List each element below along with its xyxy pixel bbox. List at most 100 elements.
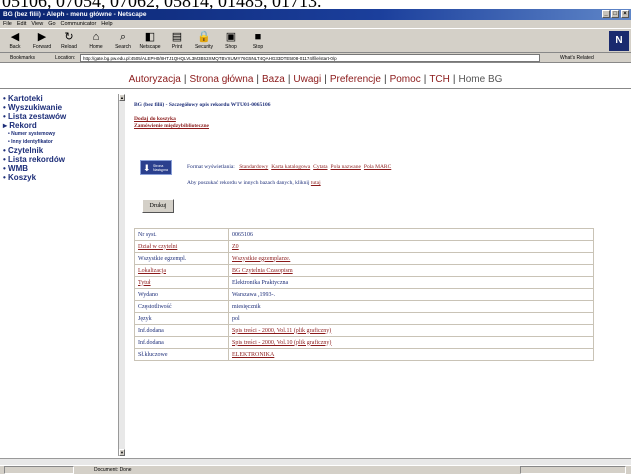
field-label-link[interactable]: Dział w czytelni: [138, 244, 177, 250]
close-button[interactable]: ×: [621, 10, 629, 18]
sidebar-item-lista-rekordów[interactable]: • Lista rekordów: [0, 155, 118, 164]
field-label[interactable]: Lokalizacja: [134, 264, 229, 277]
table-row: Częstotliwość miesięcznik: [134, 300, 594, 313]
field-label-link[interactable]: Lokalizacja: [138, 268, 166, 274]
topnav-3[interactable]: Uwagi: [293, 74, 321, 85]
menu-item-view[interactable]: View: [31, 21, 43, 27]
scroll-down-arrow[interactable]: ▼: [119, 449, 125, 456]
field-label[interactable]: Dział w czytelni: [134, 240, 229, 253]
topnav-2[interactable]: Baza: [262, 74, 285, 85]
whats-related-button[interactable]: What's Related: [560, 53, 594, 63]
sidebar-subitem-numer-systemowy[interactable]: • Numer systemowy: [0, 130, 118, 138]
topnav-separator: |: [324, 74, 327, 85]
sidebar-item-kartoteki[interactable]: • Kartoteki: [0, 94, 118, 103]
format-link[interactable]: Pola MARC: [364, 164, 391, 170]
field-value[interactable]: Wszystkie egzemplarze.: [228, 252, 594, 265]
field-value-link[interactable]: ELEKTRONIKA: [232, 352, 274, 358]
home-button[interactable]: ⌂ Home: [85, 30, 107, 52]
scroll-up-arrow[interactable]: ▲: [119, 94, 125, 101]
screen: 05106, 07054, 07062, 05814, 01485, 01713…: [0, 0, 631, 474]
table-row: Inf.dodana Spis treści - 2000, Vol.10 (pl…: [134, 336, 594, 349]
sidebar-item-lista-zestawów[interactable]: • Lista zestawów: [0, 112, 118, 121]
field-value[interactable]: BG Czytelnia Czasopism: [228, 264, 594, 277]
other-databases-link[interactable]: tutaj: [311, 180, 321, 186]
menu-item-file[interactable]: File: [3, 21, 12, 27]
next-page-button[interactable]: ⬇ Strona Następna: [140, 160, 172, 175]
forward-button[interactable]: ▶ Forward: [31, 30, 53, 52]
reload-button[interactable]: ↻ Reload: [58, 30, 80, 52]
field-label[interactable]: Tytuł: [134, 276, 229, 289]
security-button[interactable]: 🔒 Security: [193, 30, 215, 52]
sidebar-subitem-inny-identyfikator[interactable]: • Inny identyfikator: [0, 138, 118, 146]
shop-icon: ▣: [225, 31, 237, 43]
back-button[interactable]: ◀ Back: [4, 30, 26, 52]
display-format-line: Format wyświetlania: Standardowy Karta ka…: [187, 164, 391, 170]
menu-item-help[interactable]: Help: [101, 21, 112, 27]
field-label-link[interactable]: Tytuł: [138, 280, 151, 286]
search-button[interactable]: ⌕ Search: [112, 30, 134, 52]
topnav-4[interactable]: Preferencje: [330, 74, 381, 85]
menu-item-communicator[interactable]: Communicator: [61, 21, 97, 27]
home-label: Home: [89, 44, 103, 50]
format-link[interactable]: Standardowy: [239, 164, 268, 170]
shop-button[interactable]: ▣ Shop: [220, 30, 242, 52]
table-row: Sł.kluczowe ELEKTRONIKA: [134, 348, 594, 361]
netscape-button[interactable]: ◧ Netscape: [139, 30, 161, 52]
table-row: Język pol: [134, 312, 594, 325]
sidebar-item-rekord[interactable]: ▸ Rekord: [0, 121, 118, 130]
menu-item-edit[interactable]: Edit: [17, 21, 26, 27]
field-label: Język: [134, 312, 229, 325]
topnav-1[interactable]: Strona główna: [189, 74, 253, 85]
print-label: Print: [171, 44, 183, 50]
menu-item-go[interactable]: Go: [48, 21, 55, 27]
topnav-separator: |: [287, 74, 291, 85]
topnav-5[interactable]: Pomoc: [390, 74, 421, 85]
sidebar-scrollbar[interactable]: ▲ ▼: [118, 94, 125, 456]
format-prefix: Format wyświetlania:: [187, 164, 235, 170]
topnav-0[interactable]: Autoryzacja: [129, 74, 181, 85]
field-value[interactable]: Spis treści - 2000, Vol.11 (plik graficz…: [228, 324, 594, 337]
field-value[interactable]: ELEKTRONIKA: [228, 348, 594, 361]
sidebar-item-wmb[interactable]: • WMB: [0, 164, 118, 173]
sidebar-item-czytelnik[interactable]: • Czytelnik: [0, 146, 118, 155]
table-row: Dział w czytelni Z0: [134, 240, 594, 253]
field-value-link[interactable]: Wszystkie egzemplarze.: [232, 256, 290, 262]
format-link[interactable]: Cytata: [313, 164, 327, 170]
cropped-caption-text: 05106, 07054, 07062, 05814, 01485, 01713…: [0, 0, 631, 9]
add-to-basket-link[interactable]: Dodaj do koszyka: [134, 116, 176, 122]
topnav-6[interactable]: TCH: [429, 74, 450, 85]
sidebar-item-wyszukiwanie[interactable]: • Wyszukiwanie: [0, 103, 118, 112]
status-text: Document: Done: [94, 467, 132, 473]
netscape-logo[interactable]: N: [609, 31, 629, 51]
field-label: Wydano: [134, 288, 229, 301]
bookmarks-button[interactable]: Bookmarks: [10, 53, 35, 63]
search-label: Search: [115, 44, 131, 50]
field-value[interactable]: Z0: [228, 240, 594, 253]
horizontal-scrollbar[interactable]: [0, 458, 631, 465]
format-link[interactable]: Karta katalogowa: [271, 164, 310, 170]
back-arrow-icon: ◀: [10, 31, 20, 43]
status-bar: Document: Done: [0, 465, 631, 474]
format-link[interactable]: Pola nazwane: [331, 164, 361, 170]
window-title: BG (bez filii) - Aleph - menu główne - N…: [3, 11, 147, 18]
field-value: 0065106: [228, 228, 594, 241]
field-label: Inf.dodana: [134, 336, 229, 349]
sidebar-item-koszyk[interactable]: • Koszyk: [0, 173, 118, 182]
topnav-separator: |: [452, 74, 456, 85]
field-value-link[interactable]: Z0: [232, 244, 239, 250]
interlibrary-loan-link[interactable]: Zamówienie międzybiblioteczne: [134, 123, 209, 129]
field-value[interactable]: Spis treści - 2000, Vol.10 (plik graficz…: [228, 336, 594, 349]
netscape-label: Netscape: [139, 44, 161, 50]
print-button[interactable]: Drukuj: [142, 199, 174, 213]
url-field[interactable]: http://gate.bg.pw.edu.pl:4505/ALEPH0/8HT…: [80, 54, 540, 62]
topnav-separator: |: [183, 74, 187, 85]
field-value-link[interactable]: BG Czytelnia Czasopism: [232, 268, 293, 274]
record-title: BG (bez filii) - Szczegółowy opis rekord…: [134, 102, 271, 108]
stop-button[interactable]: ■ Stop: [247, 30, 269, 52]
print-button[interactable]: ▤ Print: [166, 30, 188, 52]
field-value-link[interactable]: Spis treści - 2000, Vol.11 (plik graficz…: [232, 328, 331, 334]
stop-label: Stop: [252, 44, 264, 50]
field-value-link[interactable]: Spis treści - 2000, Vol.10 (plik graficz…: [232, 340, 331, 346]
minimize-button[interactable]: _: [602, 10, 610, 18]
maximize-button[interactable]: □: [611, 10, 619, 18]
